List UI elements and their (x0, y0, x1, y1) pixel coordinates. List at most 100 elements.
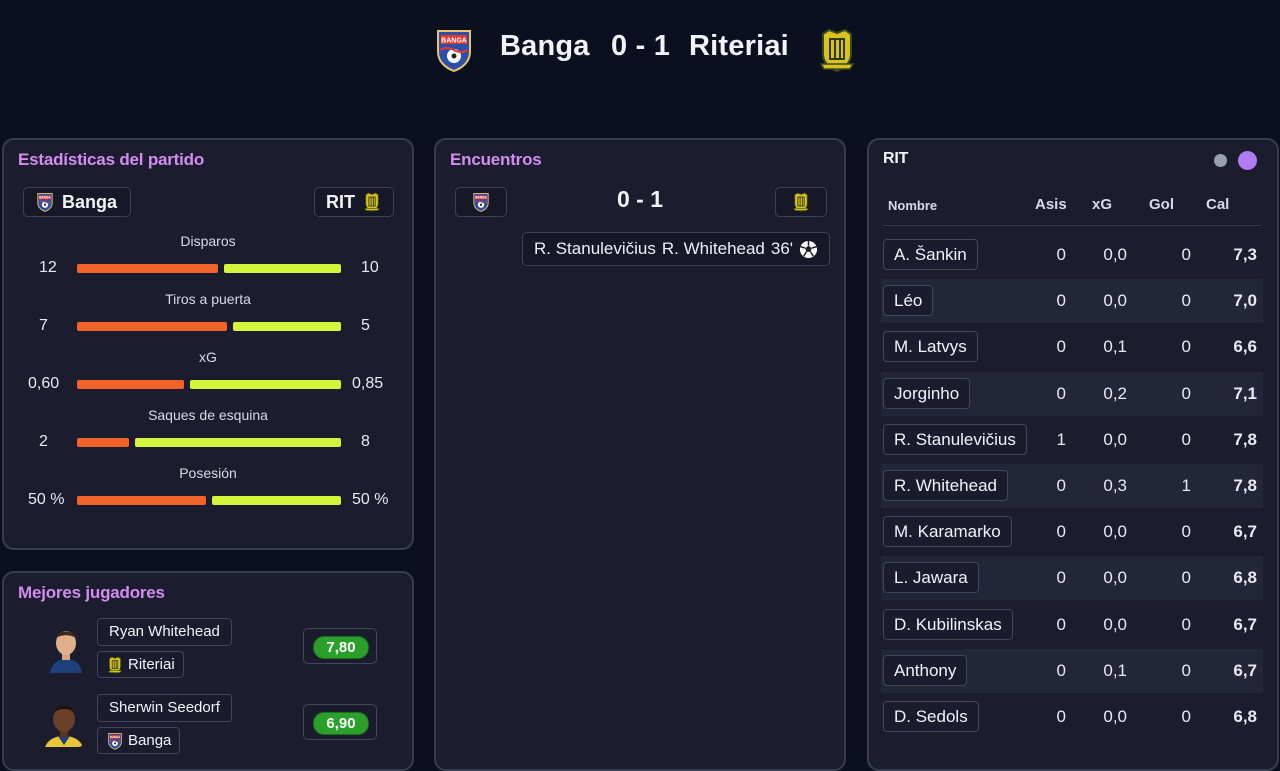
team-toggle-home[interactable] (1214, 154, 1227, 167)
player-name[interactable]: M. Karamarko (883, 516, 1012, 548)
match-header: Banga 0 - 1 Riteriai (0, 0, 1280, 100)
player-xg: 0,0 (1103, 614, 1127, 634)
stat-home-bar (77, 264, 218, 273)
riteriai-crest-icon[interactable] (817, 28, 857, 72)
player-assists: 0 (1056, 568, 1066, 588)
player-goals: 0 (1181, 429, 1191, 449)
match-stats-panel: Estadísticas del partido Banga RIT Dispa… (2, 138, 414, 550)
player-name[interactable]: A. Šankin (883, 239, 978, 270)
best-player-team[interactable]: Riteriai (97, 651, 184, 678)
stat-away-value: 10 (361, 259, 379, 276)
player-name[interactable]: D. Kubilinskas (883, 608, 1013, 640)
stat-away-bar (135, 438, 341, 447)
player-name[interactable]: R. Stanulevičius (883, 423, 1027, 455)
player-rating: 6,8 (1233, 707, 1257, 726)
away-team-name[interactable]: Riteriai (689, 30, 789, 63)
player-xg: 0,0 (1103, 291, 1127, 311)
player-xg: 0,2 (1103, 383, 1127, 403)
player-xg: 0,0 (1103, 429, 1127, 449)
player-rating: 6,7 (1233, 522, 1257, 542)
player-goals: 0 (1181, 522, 1191, 542)
stat-home-bar (77, 496, 206, 505)
player-row[interactable]: R. Whitehead 0 0,3 1 7,8 (881, 464, 1263, 508)
encounters-panel: Encuentros 0 - 1 R. Stanulevičius R. Whi… (434, 138, 846, 771)
player-avatar[interactable] (44, 619, 88, 673)
player-rating: 6,7 (1233, 660, 1257, 680)
home-team-name[interactable]: Banga (500, 30, 590, 63)
stat-home-bar (77, 380, 184, 389)
player-row[interactable]: A. Šankin 0 0,0 0 7,3 (881, 233, 1263, 277)
player-rating: 6,6 (1233, 337, 1257, 357)
player-row[interactable]: Jorginho 0 0,2 0 7,1 (881, 371, 1263, 416)
stat-home-value: 7 (39, 317, 48, 334)
player-rating: 7,3 (1233, 245, 1257, 264)
player-avatar[interactable] (40, 693, 84, 747)
player-xg: 0,0 (1103, 245, 1127, 264)
player-assists: 0 (1056, 476, 1066, 495)
player-row[interactable]: R. Stanulevičius 1 0,0 0 7,8 (881, 418, 1263, 462)
player-goals: 0 (1181, 568, 1191, 588)
header-rating[interactable]: Cal (1206, 196, 1229, 213)
player-assists: 0 (1056, 614, 1066, 634)
header-assists[interactable]: Asis (1035, 196, 1067, 213)
riteriai-crest-icon (792, 192, 810, 212)
player-name[interactable]: L. Jawara (883, 562, 979, 594)
player-row[interactable]: D. Kubilinskas 0 0,0 0 6,7 (881, 603, 1263, 647)
player-assists: 0 (1056, 337, 1066, 357)
player-goals: 0 (1181, 660, 1191, 680)
stat-away-value: 5 (361, 317, 370, 334)
riteriai-crest-icon (107, 656, 123, 674)
header-xg[interactable]: xG (1092, 196, 1112, 213)
best-player-name[interactable]: Ryan Whitehead (97, 618, 232, 646)
best-player-team-label: Riteriai (128, 656, 175, 673)
away-team-chip[interactable]: RIT (314, 187, 394, 217)
banga-crest-icon (36, 192, 54, 212)
match-score: 0 - 1 (611, 30, 671, 62)
player-row[interactable]: L. Jawara 0 0,0 0 6,8 (881, 556, 1263, 601)
team-toggle-away[interactable] (1238, 151, 1257, 170)
best-player-team[interactable]: Banga (97, 727, 181, 754)
event-assist: R. Stanulevičius (534, 239, 656, 258)
home-team-chip[interactable]: Banga (23, 187, 131, 217)
player-assists: 0 (1056, 522, 1066, 542)
stat-home-value: 0,60 (28, 375, 60, 392)
stat-home-value: 2 (39, 433, 48, 450)
player-rating: 7,8 (1233, 429, 1257, 449)
player-row[interactable]: Léo 0 0,0 0 7,0 (881, 279, 1263, 324)
team-players-panel: RIT Nombre Asis xG Gol Cal A. Šankin 0 0,0… (867, 138, 1279, 771)
goal-event[interactable]: R. Stanulevičius R. Whitehead 36' (522, 232, 830, 266)
player-assists: 0 (1056, 707, 1066, 726)
banga-crest-icon[interactable] (434, 28, 474, 72)
player-rating: 7,8 (1233, 476, 1257, 495)
rating-value: 7,80 (313, 636, 369, 659)
header-goals[interactable]: Gol (1149, 196, 1174, 213)
stat-label: xG (199, 349, 217, 365)
event-scorer: R. Whitehead (661, 239, 765, 258)
player-name[interactable]: Anthony (883, 654, 968, 686)
stat-label: Saques de esquina (148, 407, 268, 423)
header-name[interactable]: Nombre (888, 198, 937, 213)
player-row[interactable]: M. Karamarko 0 0,0 0 6,7 (881, 510, 1263, 554)
event-minute: 36' (770, 239, 794, 258)
player-row[interactable]: Anthony 0 0,1 0 6,7 (881, 648, 1263, 693)
player-name[interactable]: D. Sedols (883, 701, 979, 732)
player-goals: 0 (1181, 337, 1191, 357)
rating-badge: 7,80 (303, 628, 377, 664)
player-name[interactable]: M. Latvys (883, 331, 978, 363)
header-divider (883, 225, 1261, 226)
player-row[interactable]: D. Sedols 0 0,0 0 6,8 (881, 695, 1263, 739)
best-player-name[interactable]: Sherwin Seedorf (97, 694, 232, 722)
home-chip-label: Banga (62, 191, 118, 212)
rating-badge: 6,90 (303, 704, 377, 740)
stat-home-bar (77, 322, 227, 331)
player-assists: 0 (1056, 245, 1066, 264)
away-team-chip[interactable] (775, 187, 827, 217)
player-assists: 0 (1056, 660, 1066, 680)
player-goals: 0 (1181, 614, 1191, 634)
player-name[interactable]: Léo (883, 285, 934, 317)
player-assists: 0 (1056, 291, 1066, 311)
player-name[interactable]: Jorginho (883, 377, 971, 409)
player-name[interactable]: R. Whitehead (883, 470, 1008, 501)
player-row[interactable]: M. Latvys 0 0,1 0 6,6 (881, 325, 1263, 369)
player-goals: 0 (1181, 291, 1191, 311)
